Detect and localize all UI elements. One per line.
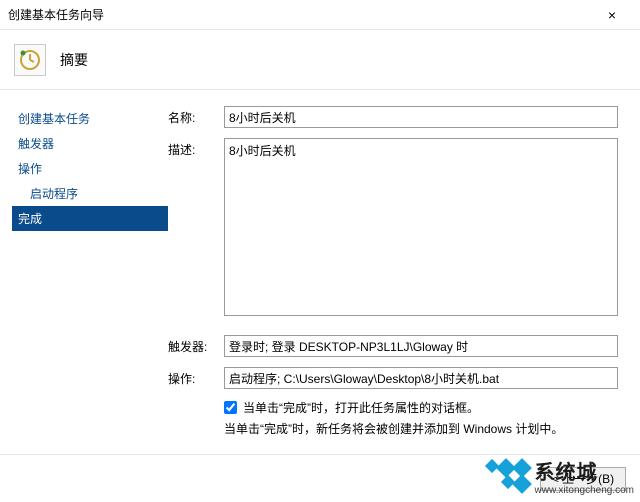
wizard-icon: [14, 44, 46, 76]
back-button[interactable]: < 上一步(B): [540, 467, 626, 491]
sidebar-item-4[interactable]: 完成: [12, 206, 168, 231]
sidebar-item-0[interactable]: 创建基本任务: [12, 106, 168, 131]
description-label: 描述:: [168, 138, 224, 158]
wizard-body: 创建基本任务触发器操作启动程序完成 名称: 描述: 触发器: 操作:: [0, 90, 640, 454]
wizard-header: 摘要: [0, 30, 640, 90]
wizard-main: 名称: 描述: 触发器: 操作: 当单击“完成”时，打: [168, 90, 640, 454]
action-label: 操作:: [168, 367, 224, 387]
trigger-label: 触发器:: [168, 335, 224, 355]
wizard-header-title: 摘要: [60, 50, 88, 70]
open-properties-label[interactable]: 当单击“完成”时，打开此任务属性的对话框。: [243, 399, 479, 416]
sidebar-item-1[interactable]: 触发器: [12, 131, 168, 156]
window-title: 创建基本任务向导: [8, 6, 592, 23]
sidebar-item-2[interactable]: 操作: [12, 156, 168, 181]
sidebar-item-3[interactable]: 启动程序: [12, 181, 168, 206]
wizard-footer: < 上一步(B): [0, 454, 640, 502]
finish-note: 当单击“完成”时，新任务将会被创建并添加到 Windows 计划中。: [224, 420, 618, 437]
name-input[interactable]: [224, 106, 618, 128]
name-label: 名称:: [168, 106, 224, 126]
open-properties-checkbox[interactable]: [224, 401, 237, 414]
action-field: [224, 367, 618, 389]
description-input[interactable]: [224, 138, 618, 316]
trigger-field: [224, 335, 618, 357]
wizard-sidebar: 创建基本任务触发器操作启动程序完成: [0, 90, 168, 454]
title-bar: 创建基本任务向导 ×: [0, 0, 640, 30]
close-button[interactable]: ×: [592, 7, 632, 23]
